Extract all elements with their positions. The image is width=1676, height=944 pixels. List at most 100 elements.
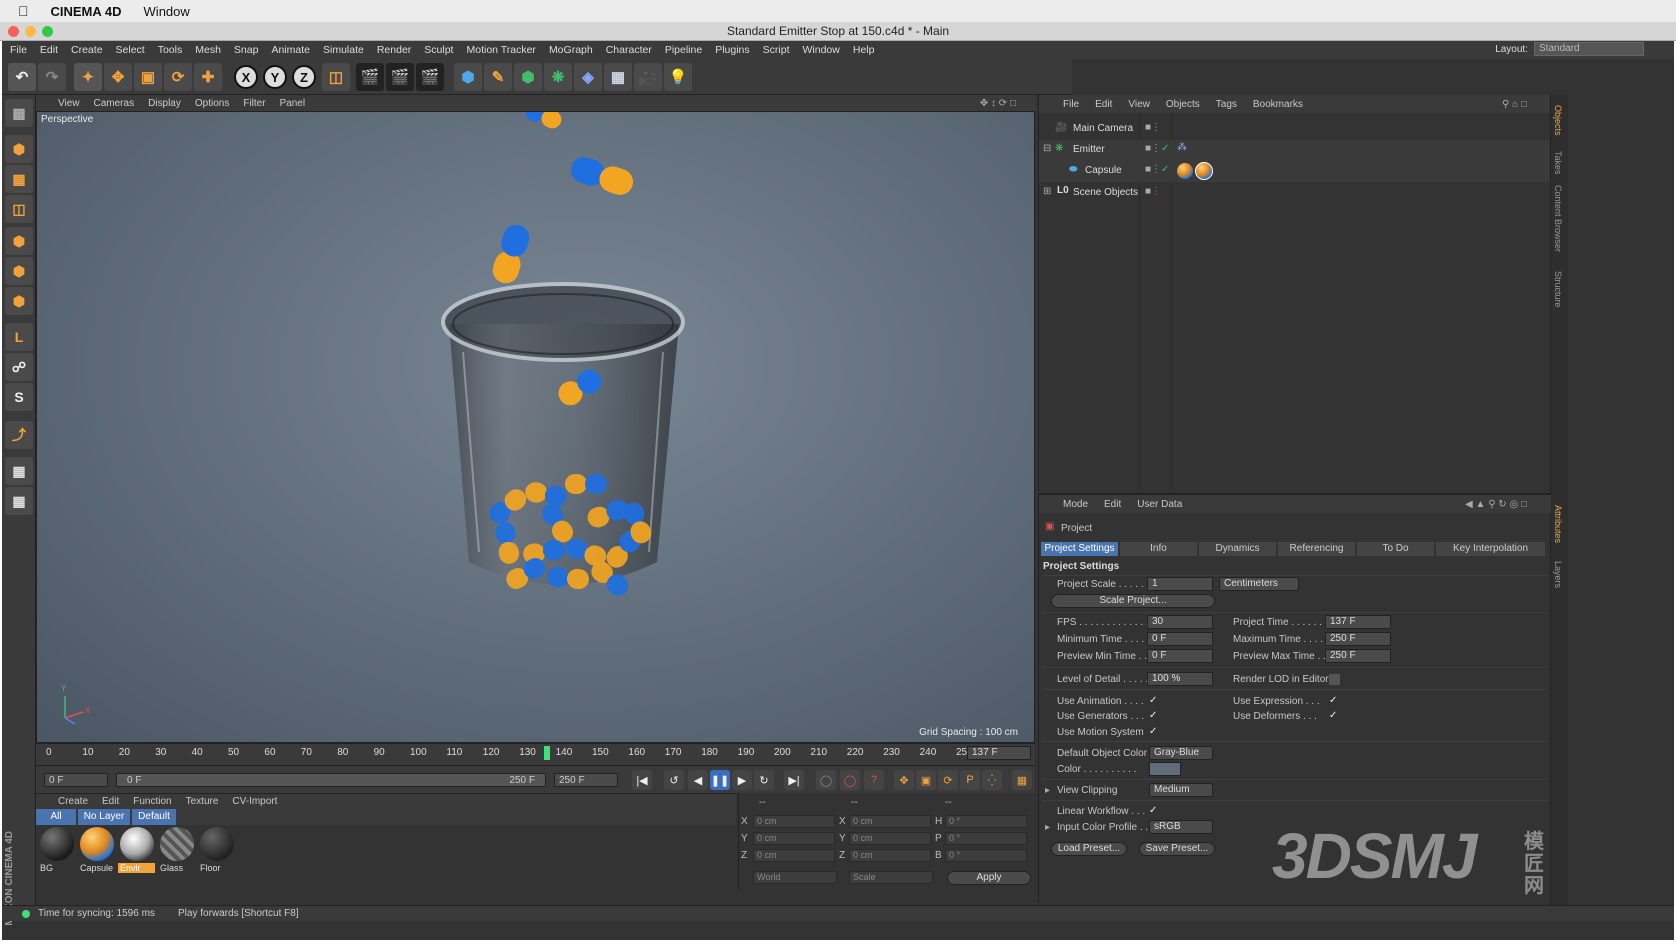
coord-x-size[interactable]: 0 cm xyxy=(849,815,931,828)
filter-all[interactable]: All xyxy=(36,809,76,825)
render-settings-icon[interactable]: 🎬 xyxy=(416,63,444,91)
material-envir[interactable]: Envir xyxy=(118,827,155,875)
coord-p-rotation[interactable]: 0 ° xyxy=(945,832,1027,845)
material-bg[interactable]: BG xyxy=(38,827,75,875)
previous-frame-icon[interactable]: ◀ xyxy=(688,770,708,790)
rotate-icon[interactable]: ⟳ xyxy=(164,63,192,91)
tab-project-settings[interactable]: Project Settings xyxy=(1041,542,1119,556)
capsule-material-tag-2-icon[interactable] xyxy=(1195,162,1213,180)
fps-field[interactable]: 30 xyxy=(1147,615,1213,629)
end-frame-field[interactable]: 250 F xyxy=(554,773,618,787)
om-menu-objects[interactable]: Objects xyxy=(1166,99,1200,110)
edges-mode-icon[interactable]: ⬢ xyxy=(5,257,33,285)
layout-dropdown[interactable]: Standard xyxy=(1534,42,1644,56)
object-row-main-camera[interactable]: 🎥 Main Camera ■⋮ xyxy=(1039,119,1551,140)
move-icon[interactable]: ✥ xyxy=(104,63,132,91)
x-axis-lock-icon[interactable]: X xyxy=(234,65,258,89)
coord-z-size[interactable]: 0 cm xyxy=(849,849,931,862)
go-to-start-icon[interactable]: |◀ xyxy=(632,770,652,790)
menu-window[interactable]: Window xyxy=(803,44,840,56)
undo-icon[interactable]: ↶ xyxy=(8,63,36,91)
side-tab-layers[interactable]: Layers xyxy=(1553,561,1563,588)
next-frame-icon[interactable]: ▶ xyxy=(732,770,752,790)
material-capsule[interactable]: Capsule xyxy=(78,827,115,875)
tab-to-do[interactable]: To Do xyxy=(1357,542,1435,556)
level-of-detail-field[interactable]: 100 % xyxy=(1147,672,1213,686)
menu-plugins[interactable]: Plugins xyxy=(715,44,749,56)
save-preset-button[interactable]: Save Preset... xyxy=(1139,842,1215,856)
mat-menu-function[interactable]: Function xyxy=(133,796,171,807)
am-menu-mode[interactable]: Mode xyxy=(1063,499,1088,510)
filter-default[interactable]: Default xyxy=(132,809,176,825)
menu-script[interactable]: Script xyxy=(763,44,790,56)
scale-key-icon[interactable]: ▣ xyxy=(916,770,936,790)
input-color-profile-dropdown[interactable]: sRGB xyxy=(1149,820,1213,834)
menu-simulate[interactable]: Simulate xyxy=(323,44,364,56)
menu-create[interactable]: Create xyxy=(71,44,103,56)
preview-min-field[interactable]: 0 F xyxy=(1147,649,1213,663)
solo-mode-icon[interactable]: S xyxy=(5,383,33,411)
coord-z-position[interactable]: 0 cm xyxy=(753,849,835,862)
vp-menu-filter[interactable]: Filter xyxy=(243,98,265,109)
use-animation-checkbox[interactable]: ✓ xyxy=(1149,696,1160,707)
am-menu-user-data[interactable]: User Data xyxy=(1137,499,1182,510)
object-row-emitter[interactable]: ⊟ ❋ Emitter ■⋮✓ ⁂ xyxy=(1039,140,1551,161)
menu-help[interactable]: Help xyxy=(853,44,875,56)
cloner-icon[interactable]: ❋ xyxy=(544,63,572,91)
record-keys-icon[interactable]: ◯ xyxy=(816,770,836,790)
menu-snap[interactable]: Snap xyxy=(234,44,259,56)
tweak-mode-icon[interactable]: ☍ xyxy=(5,353,33,381)
scale-icon[interactable]: ▣ xyxy=(134,63,162,91)
preview-max-field[interactable]: 250 F xyxy=(1325,649,1391,663)
floor-icon[interactable]: ▦ xyxy=(604,63,632,91)
view-clipping-dropdown[interactable]: Medium xyxy=(1149,783,1213,797)
render-picture-viewer-icon[interactable]: 🎬 xyxy=(386,63,414,91)
vp-menu-panel[interactable]: Panel xyxy=(280,98,306,109)
y-axis-lock-icon[interactable]: Y xyxy=(263,65,287,89)
material-glass[interactable]: Glass xyxy=(158,827,195,875)
mat-menu-edit[interactable]: Edit xyxy=(102,796,119,807)
vp-menu-view[interactable]: View xyxy=(58,98,80,109)
om-search-icon[interactable]: ⚲ ⌂ □ xyxy=(1502,99,1527,110)
vp-nav-icons[interactable]: ✥ ↕ ⟳ □ xyxy=(980,98,1016,109)
render-view-icon[interactable]: 🎬 xyxy=(356,63,384,91)
side-tab-objects[interactable]: Objects xyxy=(1553,105,1563,136)
vp-menu-display[interactable]: Display xyxy=(148,98,181,109)
min-time-field[interactable]: 0 F xyxy=(1147,632,1213,646)
camera-icon[interactable]: 🎥 xyxy=(634,63,662,91)
workplane-icon[interactable]: ▦ xyxy=(5,457,33,485)
om-menu-tags[interactable]: Tags xyxy=(1216,99,1237,110)
linear-workflow-checkbox[interactable]: ✓ xyxy=(1149,806,1160,817)
om-menu-view[interactable]: View xyxy=(1128,99,1150,110)
use-deformers-checkbox[interactable]: ✓ xyxy=(1329,711,1340,722)
max-time-field[interactable]: 250 F xyxy=(1325,632,1391,646)
cube-icon[interactable]: ⬢ xyxy=(454,63,482,91)
mat-menu-create[interactable]: Create xyxy=(58,796,88,807)
coord-apply-button[interactable]: Apply xyxy=(947,871,1031,885)
make-editable-icon[interactable]: ▩ xyxy=(5,99,33,127)
previous-key-icon[interactable]: ↺ xyxy=(664,770,684,790)
light-icon[interactable]: 💡 xyxy=(664,63,692,91)
current-frame-field[interactable]: 137 F xyxy=(967,746,1031,760)
texture-mode-icon[interactable]: ▦ xyxy=(5,165,33,193)
polygons-mode-icon[interactable]: ⬢ xyxy=(5,287,33,315)
capsule-material-tag-icon[interactable] xyxy=(1177,163,1193,179)
use-expression-checkbox[interactable]: ✓ xyxy=(1329,696,1340,707)
coord-scale-dropdown[interactable]: Scale xyxy=(849,871,933,884)
input-profile-expand-icon[interactable]: ▸ xyxy=(1045,822,1050,833)
side-tab-attributes[interactable]: Attributes xyxy=(1553,505,1563,543)
rotation-key-icon[interactable]: ⟳ xyxy=(938,770,958,790)
position-key-icon[interactable]: ✥ xyxy=(894,770,914,790)
expand-emitter-icon[interactable]: ⊟ xyxy=(1043,143,1051,154)
side-tab-takes[interactable]: Takes xyxy=(1553,151,1563,175)
live-selection-icon[interactable]: ✦ xyxy=(74,63,102,91)
param-key-icon[interactable]: P xyxy=(960,770,980,790)
emitter-tag-icon[interactable]: ⁂ xyxy=(1177,142,1187,153)
material-floor[interactable]: Floor xyxy=(198,827,235,875)
menu-mesh[interactable]: Mesh xyxy=(195,44,221,56)
color-swatch[interactable] xyxy=(1149,762,1181,776)
tab-dynamics[interactable]: Dynamics xyxy=(1199,542,1277,556)
menu-select[interactable]: Select xyxy=(116,44,145,56)
am-nav-icons[interactable]: ◀ ▲ ⚲ ↻ ◎ □ xyxy=(1465,499,1527,510)
coordinate-system-icon[interactable]: ◫ xyxy=(322,63,350,91)
